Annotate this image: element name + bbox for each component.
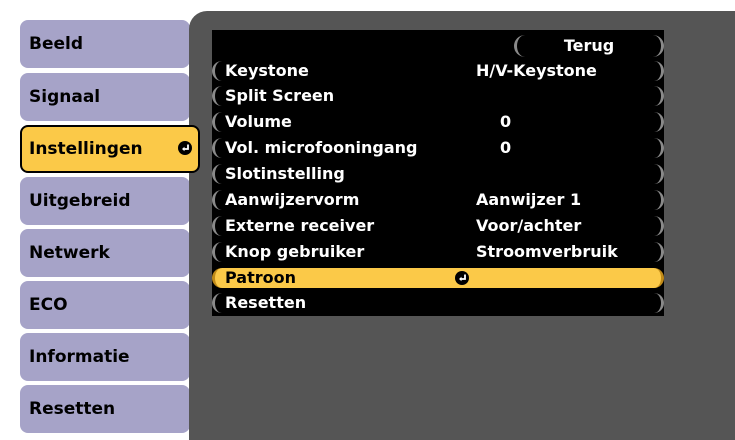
tab-label: Signaal (29, 87, 101, 107)
tab-label: ECO (29, 295, 68, 315)
menu-item-aanwijzervorm[interactable]: Aanwijzervorm Aanwijzer 1 (212, 190, 664, 210)
menu-item-split-screen[interactable]: Split Screen (212, 86, 664, 106)
tab-label: Resetten (29, 399, 116, 419)
menu-item-value: Voor/achter (476, 216, 582, 235)
back-button[interactable]: Terug (514, 35, 664, 57)
tab-informatie[interactable]: Informatie (20, 333, 190, 381)
menu-item-externe-receiver[interactable]: Externe receiver Voor/achter (212, 216, 664, 236)
menu-item-patroon[interactable]: Patroon (212, 268, 664, 288)
menu-item-label: Vol. microfooningang (225, 138, 418, 157)
menu-item-label: Slotinstelling (225, 164, 345, 183)
menu-item-label: Resetten (225, 293, 307, 312)
menu-item-knop-gebruiker[interactable]: Knop gebruiker Stroomverbruik (212, 242, 664, 262)
tab-netwerk[interactable]: Netwerk (20, 229, 190, 277)
enter-icon (455, 271, 469, 285)
menu-item-label: Volume (225, 112, 292, 131)
tab-beeld[interactable]: Beeld (20, 20, 190, 68)
tab-label: Netwerk (29, 243, 110, 263)
settings-menu: Terug Keystone H/V-Keystone Split Screen… (212, 30, 664, 316)
tab-eco[interactable]: ECO (20, 281, 190, 329)
menu-item-vol-microfooningang[interactable]: Vol. microfooningang 0 (212, 138, 664, 158)
tab-uitgebreid[interactable]: Uitgebreid (20, 177, 190, 225)
menu-item-keystone[interactable]: Keystone H/V-Keystone (212, 61, 664, 81)
tab-signaal[interactable]: Signaal (20, 73, 190, 121)
enter-icon (178, 141, 192, 155)
tab-resetten[interactable]: Resetten (20, 385, 190, 433)
projector-menu-screen: Beeld Signaal Instellingen Uitgebreid Ne… (0, 0, 735, 440)
menu-item-value: H/V-Keystone (476, 61, 597, 80)
menu-item-value: Stroomverbruik (476, 242, 618, 261)
menu-item-label: Split Screen (225, 86, 335, 105)
menu-item-resetten[interactable]: Resetten (212, 293, 664, 313)
menu-item-label: Knop gebruiker (225, 242, 365, 261)
tab-label: Informatie (29, 347, 130, 367)
menu-item-label: Patroon (225, 268, 297, 287)
menu-item-value: 0 (500, 138, 512, 157)
menu-item-slotinstelling[interactable]: Slotinstelling (212, 164, 664, 184)
menu-item-value: 0 (500, 112, 512, 131)
tab-label: Uitgebreid (29, 191, 131, 211)
menu-item-value: Aanwijzer 1 (476, 190, 582, 209)
menu-item-label: Aanwijzervorm (225, 190, 360, 209)
tab-label: Beeld (29, 34, 84, 54)
tab-label: Instellingen (29, 139, 143, 159)
menu-item-label: Keystone (225, 61, 309, 80)
tab-instellingen[interactable]: Instellingen (20, 125, 200, 173)
menu-item-volume[interactable]: Volume 0 (212, 112, 664, 132)
menu-item-label: Externe receiver (225, 216, 375, 235)
